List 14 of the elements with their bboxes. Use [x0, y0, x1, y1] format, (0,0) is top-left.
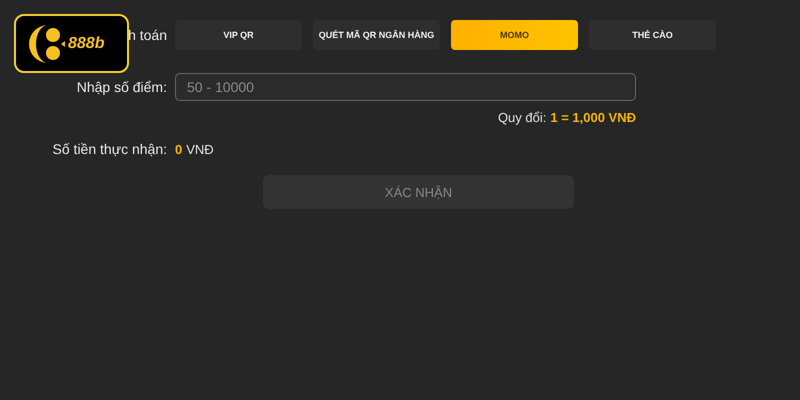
payment-tab[interactable]: MOMO	[451, 20, 578, 50]
logo-icon	[28, 22, 66, 64]
rate-value: 1 = 1,000 VNĐ	[550, 110, 636, 125]
field-label: Số tiền thực nhận:	[52, 141, 167, 157]
currency-label: VNĐ	[186, 142, 214, 156]
points-input[interactable]: 50 - 10000	[175, 73, 636, 101]
payment-tab[interactable]: QUÉT MÃ QR NGÂN HÀNG	[313, 20, 440, 50]
payment-tab[interactable]: THẺ CÀO	[589, 20, 716, 50]
logo-text: 888b	[68, 34, 104, 52]
rate-label: Quy đổi:	[498, 110, 546, 125]
payment-tab[interactable]: VIP QR	[175, 20, 302, 50]
amount-value: 0	[175, 142, 182, 156]
field-label: Nhập số điểm:	[76, 79, 167, 95]
field-label: h toán	[128, 27, 167, 43]
